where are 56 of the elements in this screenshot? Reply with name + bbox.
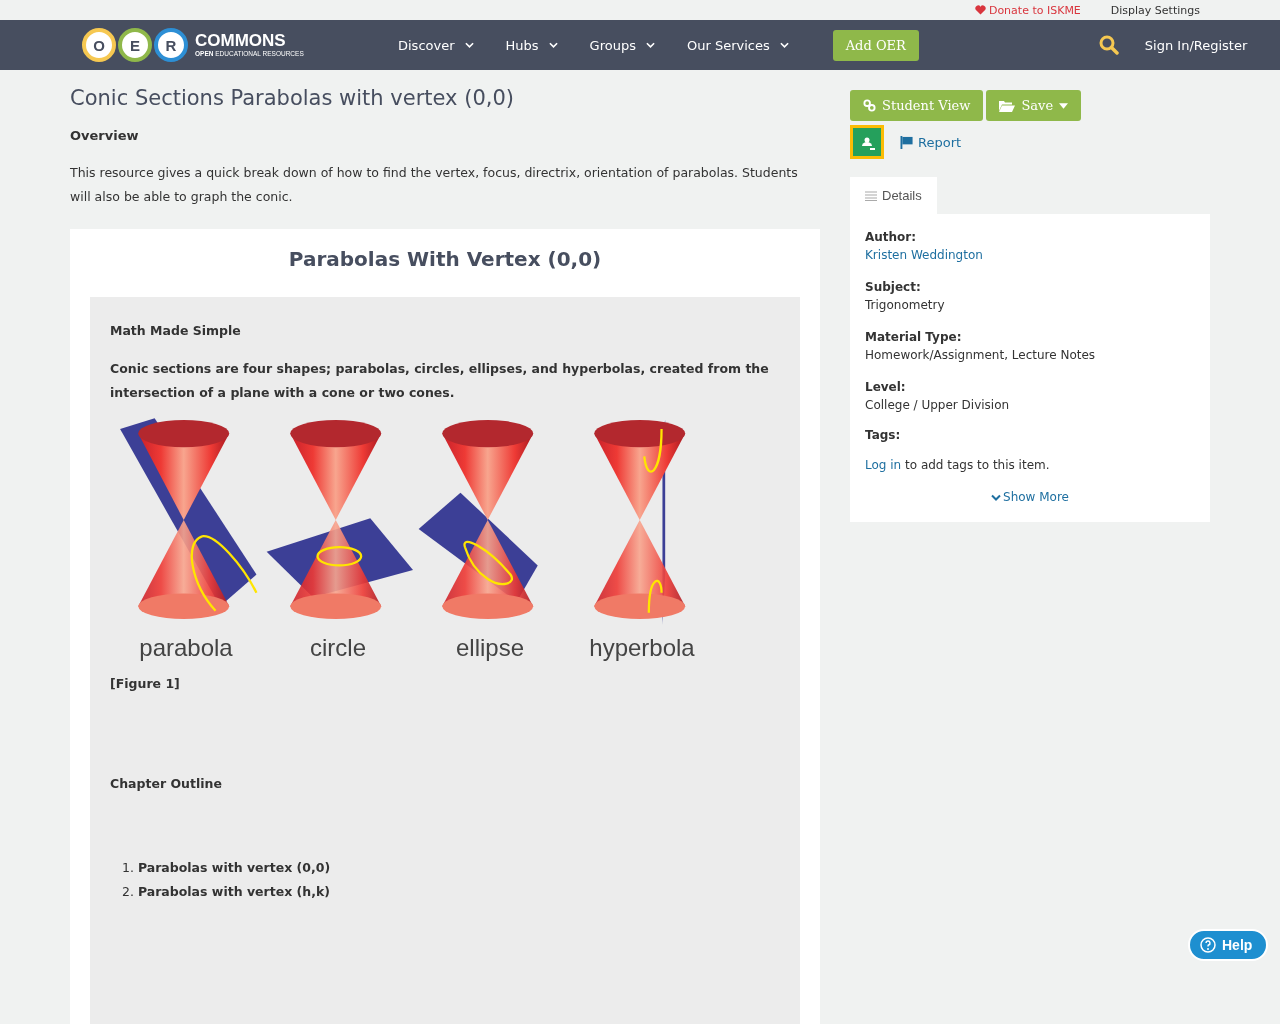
classroom-share-button[interactable] [850, 125, 884, 159]
outline-heading: Chapter Outline [110, 775, 223, 793]
detail-label: Level: [865, 379, 907, 396]
nav-menu-item[interactable]: Groups [573, 37, 671, 53]
chevron-down-icon [991, 493, 1001, 501]
intro-text: Conic sections are four shapes; parabolas, circles, ellipses, and hyperbolas, created from the intersection of a plane with a cone or two cones. [110, 360, 770, 402]
outline-item: Parabolas with vertex (h,k) [137, 883, 330, 901]
chevron-down-icon [645, 42, 655, 48]
figure-caption: [Figure 1] [110, 675, 181, 693]
help-button[interactable]: Help [1188, 929, 1269, 961]
logo-letter[interactable]: O [82, 28, 116, 62]
outline-item: Parabolas with vertex (0,0) [137, 859, 331, 877]
login-link[interactable]: Log in [865, 458, 902, 472]
chevron-down-icon [548, 42, 558, 48]
show-more-link[interactable]: Show More [991, 490, 1069, 504]
logo-letter[interactable]: R [154, 28, 188, 62]
subheading: Math Made Simple [110, 322, 242, 340]
heart-icon [974, 5, 986, 15]
question-icon [1200, 937, 1216, 953]
chevron-down-icon [779, 42, 789, 48]
figure-label: circle [310, 634, 366, 662]
author-link[interactable]: Kristen Weddington [865, 246, 1195, 264]
figure-label: ellipse [455, 634, 524, 662]
folder-icon [999, 99, 1016, 112]
display-settings-link[interactable]: Display Settings [1110, 3, 1200, 17]
detail-label: Author: [865, 229, 918, 246]
detail-label: Tags: [865, 428, 902, 442]
login-prompt: Log in to add tags to this item. [865, 457, 1051, 474]
resource-title: Conic Sections Parabolas with vertex (0,0) [70, 86, 515, 110]
chevron-down-icon [464, 42, 474, 48]
detail-label: Subject: [865, 279, 922, 296]
sign-in-link[interactable]: Sign In/Register [1144, 37, 1248, 53]
figure-label: hyperbola [589, 634, 695, 662]
details-tab[interactable]: Details [850, 177, 937, 214]
link-icon [863, 99, 876, 112]
nav-menu-item[interactable]: Discover [398, 37, 490, 53]
report-link[interactable]: Report [900, 134, 962, 150]
logo-letter[interactable]: E [118, 28, 152, 62]
overview-heading: Overview [70, 128, 140, 143]
detail-value: College / Upper Division [865, 397, 1011, 414]
overview-text: This resource gives a quick break down of how to find the vertex, focus, directrix, orientation of parabolas. Students will also be able to graph the conic. [70, 164, 799, 206]
search-icon[interactable] [1098, 35, 1119, 55]
nav-menu-item[interactable]: Hubs [489, 37, 574, 53]
detail-label: Material Type: [865, 329, 963, 346]
nav-menu-item[interactable]: Our Services [670, 37, 805, 53]
list-icon [865, 190, 877, 201]
caret-icon [1059, 102, 1069, 109]
list-number: 2. [122, 883, 134, 901]
content-heading: Parabolas With Vertex (0,0) [287, 247, 603, 271]
list-number: 1. [122, 859, 134, 877]
donate-link[interactable]: Donate to ISKME [974, 3, 1081, 17]
flag-icon [900, 135, 914, 149]
figure-label: parabola [139, 634, 233, 662]
detail-value: Homework/Assignment, Lecture Notes [865, 347, 1097, 364]
logo-wordmark[interactable]: COMMONS [195, 32, 304, 50]
detail-value: Trigonometry [865, 297, 946, 314]
